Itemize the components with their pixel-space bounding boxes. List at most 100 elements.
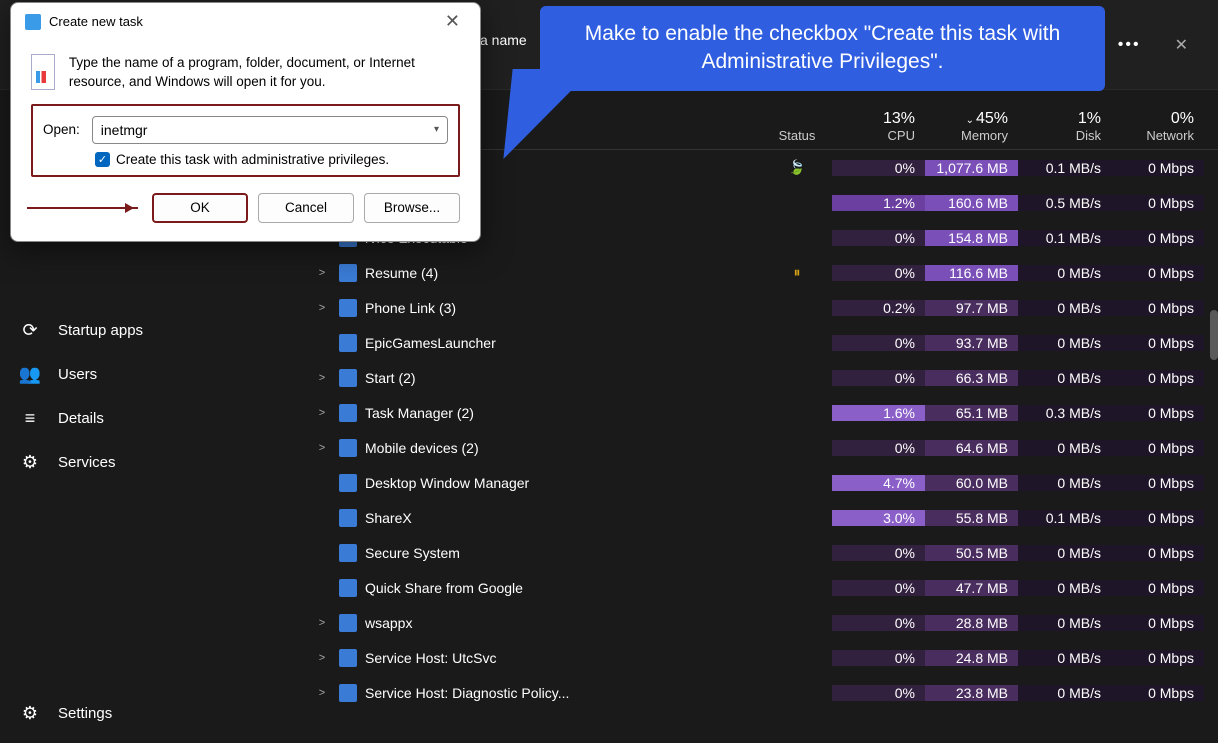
process-name: Desktop Window Manager [365, 475, 529, 491]
col-cpu[interactable]: 13%CPU [832, 110, 925, 143]
table-row[interactable]: EpicGamesLauncher0%93.7 MB0 MB/s0 Mbps [305, 325, 1218, 360]
table-row[interactable]: Desktop Window Manager4.7%60.0 MB0 MB/s0… [305, 465, 1218, 500]
process-name: Start (2) [365, 370, 416, 386]
process-name: Task Manager (2) [365, 405, 474, 421]
process-name: Service Host: UtcSvc [365, 650, 496, 666]
annotation-callout: Make to enable the checkbox "Create this… [540, 6, 1105, 91]
memory-cell: 160.6 MB [925, 195, 1018, 211]
cpu-cell: 0% [832, 230, 925, 246]
memory-cell: 1,077.6 MB [925, 160, 1018, 176]
memory-cell: 97.7 MB [925, 300, 1018, 316]
table-row[interactable]: >Service Host: Diagnostic Policy...0%23.… [305, 675, 1218, 710]
disk-cell: 0 MB/s [1018, 265, 1111, 281]
disk-cell: 0.1 MB/s [1018, 510, 1111, 526]
expand-icon[interactable]: > [313, 687, 331, 699]
memory-cell: 55.8 MB [925, 510, 1018, 526]
sidebar-item-services[interactable]: ⚙Services [0, 440, 305, 484]
list-icon: ≡ [20, 408, 40, 428]
leaf-icon: 🍃 [788, 159, 805, 175]
process-icon [339, 614, 357, 632]
network-cell: 0 Mbps [1111, 615, 1204, 631]
expand-icon[interactable]: > [313, 442, 331, 454]
search-hint: a name [480, 32, 527, 48]
disk-cell: 0 MB/s [1018, 685, 1111, 701]
process-icon [339, 334, 357, 352]
dialog-description: Type the name of a program, folder, docu… [69, 54, 460, 92]
sidebar-item-users[interactable]: 👥Users [0, 352, 305, 396]
col-network[interactable]: 0%Network [1111, 110, 1204, 143]
disk-cell: 0 MB/s [1018, 545, 1111, 561]
users-icon: 👥 [20, 364, 40, 384]
expand-icon[interactable]: > [313, 652, 331, 664]
expand-icon[interactable]: > [313, 302, 331, 314]
table-row[interactable]: >Phone Link (3)0.2%97.7 MB0 MB/s0 Mbps [305, 290, 1218, 325]
memory-cell: 66.3 MB [925, 370, 1018, 386]
scrollbar[interactable] [1210, 310, 1218, 360]
expand-icon[interactable]: > [313, 407, 331, 419]
open-input[interactable]: inetmgr ▾ [92, 116, 448, 144]
cpu-cell: 0% [832, 440, 925, 456]
open-label: Open: [43, 122, 80, 137]
process-name: Service Host: Diagnostic Policy... [365, 685, 569, 701]
sidebar-item-settings[interactable]: ⚙Settings [0, 691, 305, 735]
more-button[interactable]: ••• [1118, 36, 1141, 54]
table-row[interactable]: Secure System0%50.5 MB0 MB/s0 Mbps [305, 535, 1218, 570]
memory-cell: 64.6 MB [925, 440, 1018, 456]
browse-button[interactable]: Browse... [364, 193, 460, 223]
memory-cell: 28.8 MB [925, 615, 1018, 631]
open-group-highlight: Open: inetmgr ▾ ✓ Create this task with … [31, 104, 460, 177]
disk-cell: 0 MB/s [1018, 440, 1111, 456]
admin-privileges-label: Create this task with administrative pri… [116, 152, 389, 167]
memory-cell: 154.8 MB [925, 230, 1018, 246]
table-row[interactable]: >Mobile devices (2)0%64.6 MB0 MB/s0 Mbps [305, 430, 1218, 465]
cpu-cell: 0% [832, 685, 925, 701]
col-status[interactable]: Status [762, 128, 832, 143]
pause-icon: ⏸ [794, 264, 801, 280]
table-row[interactable]: Quick Share from Google0%47.7 MB0 MB/s0 … [305, 570, 1218, 605]
network-cell: 0 Mbps [1111, 510, 1204, 526]
dialog-close-button[interactable]: ✕ [439, 11, 466, 32]
cpu-cell: 0% [832, 580, 925, 596]
disk-cell: 0 MB/s [1018, 300, 1111, 316]
table-row[interactable]: >Resume (4)⏸0%116.6 MB0 MB/s0 Mbps [305, 255, 1218, 290]
table-row[interactable]: ShareX 3.0%55.8 MB0.1 MB/s0 Mbps [305, 500, 1218, 535]
expand-icon[interactable]: > [313, 617, 331, 629]
process-icon [339, 684, 357, 702]
table-row[interactable]: >Service Host: UtcSvc0%24.8 MB0 MB/s0 Mb… [305, 640, 1218, 675]
disk-cell: 0 MB/s [1018, 615, 1111, 631]
cpu-cell: 4.7% [832, 475, 925, 491]
settings-icon: ⚙ [20, 703, 40, 723]
ok-button[interactable]: OK [152, 193, 248, 223]
process-name: EpicGamesLauncher [365, 335, 496, 351]
disk-cell: 0.5 MB/s [1018, 195, 1111, 211]
expand-icon[interactable]: > [313, 267, 331, 279]
table-row[interactable]: >Start (2)0%66.3 MB0 MB/s0 Mbps [305, 360, 1218, 395]
process-icon [339, 649, 357, 667]
cpu-cell: 0% [832, 615, 925, 631]
close-window-button[interactable]: ✕ [1165, 31, 1198, 59]
disk-cell: 0 MB/s [1018, 650, 1111, 666]
col-memory[interactable]: ⌄45%Memory [925, 110, 1018, 143]
cpu-cell: 3.0% [832, 510, 925, 526]
network-cell: 0 Mbps [1111, 685, 1204, 701]
cpu-cell: 0% [832, 370, 925, 386]
network-cell: 0 Mbps [1111, 405, 1204, 421]
process-icon [339, 264, 357, 282]
network-cell: 0 Mbps [1111, 160, 1204, 176]
network-cell: 0 Mbps [1111, 650, 1204, 666]
process-name: ShareX [365, 510, 412, 526]
disk-cell: 0 MB/s [1018, 370, 1111, 386]
admin-privileges-checkbox[interactable]: ✓ [95, 152, 110, 167]
process-icon [339, 404, 357, 422]
chevron-down-icon[interactable]: ▾ [434, 124, 439, 135]
table-row[interactable]: >Task Manager (2)1.6%65.1 MB0.3 MB/s0 Mb… [305, 395, 1218, 430]
col-disk[interactable]: 1%Disk [1018, 110, 1111, 143]
expand-icon[interactable]: > [313, 372, 331, 384]
sidebar-item-startup[interactable]: ⟳Startup apps [0, 308, 305, 352]
cpu-cell: 0.2% [832, 300, 925, 316]
table-row[interactable]: >wsappx0%28.8 MB0 MB/s0 Mbps [305, 605, 1218, 640]
app-icon [25, 14, 41, 30]
sidebar-item-details[interactable]: ≡Details [0, 396, 305, 440]
network-cell: 0 Mbps [1111, 230, 1204, 246]
cancel-button[interactable]: Cancel [258, 193, 354, 223]
